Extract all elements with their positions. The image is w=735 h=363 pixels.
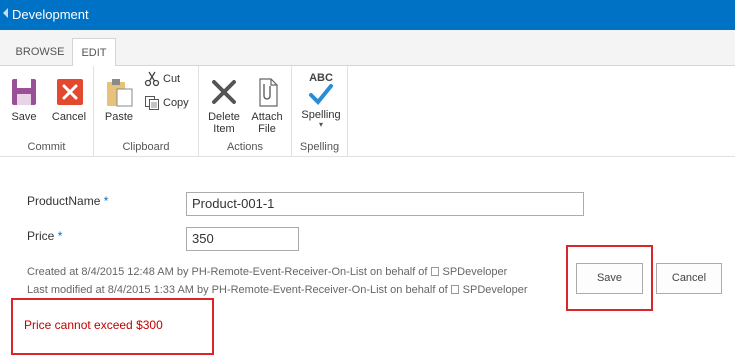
ribbon-save-button[interactable]: Save <box>5 76 43 123</box>
group-commit: Save Cancel Commit <box>0 66 94 157</box>
cancel-button[interactable]: Cancel <box>656 263 722 294</box>
copy-icon <box>144 95 160 111</box>
dropdown-arrow-icon: ▾ <box>318 120 323 129</box>
copy-button[interactable]: Copy <box>144 94 189 112</box>
product-name-input[interactable]: Product-001-1 <box>186 192 584 216</box>
paste-icon <box>103 76 135 108</box>
group-label-clipboard: Clipboard <box>122 141 170 153</box>
group-clipboard: Paste Cut Copy Clipboard <box>94 66 199 157</box>
ribbon: Save Cancel Commit Paste Cut Copy Clipbo… <box>0 66 735 157</box>
site-title[interactable]: Development <box>12 7 89 22</box>
created-info: Created at 8/4/2015 12:48 AM by PH-Remot… <box>27 266 508 278</box>
group-actions: Delete Item Attach File Actions <box>199 66 292 157</box>
abc-label: ABC <box>309 72 333 84</box>
cut-button[interactable]: Cut <box>144 70 180 88</box>
modified-by-user[interactable]: SPDeveloper <box>463 284 528 296</box>
paste-button[interactable]: Paste <box>102 76 136 123</box>
group-spelling: ABC Spelling ▾ Spelling <box>292 66 348 157</box>
group-label-spelling: Spelling <box>299 141 340 153</box>
spelling-button[interactable]: ABC Spelling ▾ <box>298 72 344 129</box>
ribbon-cancel-button[interactable]: Cancel <box>48 76 90 123</box>
delete-x-icon <box>208 76 240 108</box>
product-name-label: ProductName * <box>27 194 109 208</box>
paperclip-document-icon <box>251 76 283 108</box>
attach-file-button[interactable]: Attach File <box>248 76 286 135</box>
back-arrow-icon[interactable] <box>3 8 8 18</box>
tab-edit[interactable]: EDIT <box>72 38 116 67</box>
save-icon <box>8 76 40 108</box>
suite-bar: Development <box>0 0 735 30</box>
user-presence-icon <box>450 285 459 294</box>
delete-item-button[interactable]: Delete Item <box>205 76 243 135</box>
modified-info: Last modified at 8/4/2015 1:33 AM by PH-… <box>27 284 528 296</box>
price-label: Price * <box>27 229 63 243</box>
cancel-x-icon <box>53 76 85 108</box>
group-label-actions: Actions <box>226 141 264 153</box>
scissors-icon <box>144 71 160 87</box>
error-message: Price cannot exceed $300 <box>24 318 163 332</box>
required-mark: * <box>57 229 63 243</box>
user-presence-icon <box>430 267 439 276</box>
created-by-user[interactable]: SPDeveloper <box>443 266 508 278</box>
required-mark: * <box>103 194 109 208</box>
tab-browse[interactable]: BROWSE <box>10 38 70 66</box>
ribbon-tabs: BROWSE EDIT <box>0 30 735 67</box>
group-label-commit: Commit <box>27 141 66 153</box>
save-highlight-box <box>566 245 653 311</box>
checkmark-icon <box>305 84 337 106</box>
price-input[interactable]: 350 <box>186 227 299 251</box>
